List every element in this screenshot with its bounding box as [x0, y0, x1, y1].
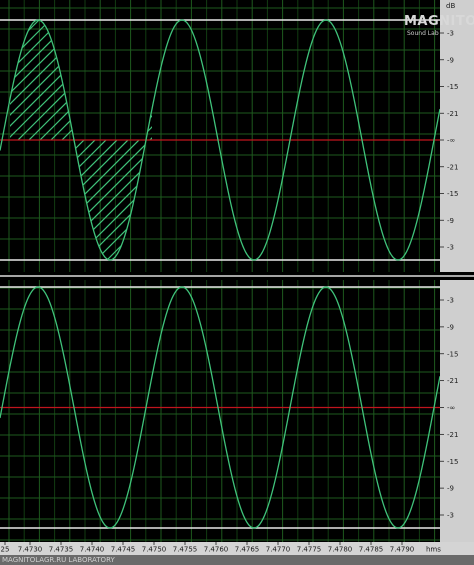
time-tick-label: 7.4755 — [173, 546, 198, 554]
time-tick-label: 7.4730 — [18, 546, 43, 554]
db-tick-label: -3 — [447, 512, 454, 520]
time-tick-label: 7.4740 — [80, 546, 105, 554]
db-tick-label: -21 — [447, 377, 458, 385]
time-tick-label: 7.4790 — [390, 546, 415, 554]
brand-subtitle: Sound Lab — [407, 30, 439, 37]
db-tick-label: -9 — [447, 323, 454, 331]
db-tick-label: -15 — [447, 350, 458, 358]
db-tick-label: -21 — [447, 163, 458, 171]
scale-background — [440, 280, 474, 542]
time-tick-label: 7.4735 — [49, 546, 74, 554]
db-tick-label: -21 — [447, 431, 458, 439]
db-tick-label: -9 — [447, 485, 454, 493]
status-bar: MAGNITOLAGR.RU LABORATORY — [0, 555, 474, 565]
brand-name: MAGNITOLA — [404, 14, 474, 29]
time-tick-label: 7.4765 — [235, 546, 260, 554]
time-tick-label: 25 — [1, 546, 10, 554]
time-tick-label: 7.4785 — [359, 546, 384, 554]
db-tick-label: -15 — [447, 458, 458, 466]
time-ruler[interactable]: 25 7.4730 7.4735 7.4740 7.4745 7.4750 7.4755 7.… — [0, 542, 474, 555]
time-tick-label: 7.4750 — [142, 546, 167, 554]
db-unit-label: dB — [446, 2, 455, 10]
db-tick-label: -∞ — [447, 404, 455, 412]
waveform-editor[interactable]: dB -3 -9 -15 -21 -∞ -21 -15 -9 -3 -3 -9 -15 -21 -∞ -21… — [0, 0, 474, 565]
time-tick-label: 7.4770 — [266, 546, 291, 554]
time-tick-label: 7.4760 — [204, 546, 229, 554]
db-tick-label: -15 — [447, 83, 458, 91]
db-tick-label: -3 — [447, 244, 454, 252]
db-scale-top: dB-3-9-15-21-∞-21-15-9-3 — [440, 0, 474, 272]
db-tick-label: -3 — [447, 297, 454, 305]
db-tick-label: -∞ — [447, 137, 455, 145]
scale-background — [440, 0, 474, 272]
time-tick-label: 7.4745 — [111, 546, 136, 554]
time-tick-label: 7.4780 — [328, 546, 353, 554]
db-tick-label: -9 — [447, 56, 454, 64]
brand-logo: MAGNITOLA Sound Lab — [404, 14, 474, 38]
time-unit-label: hms — [426, 546, 441, 554]
db-tick-label: -9 — [447, 217, 454, 225]
db-scale-bottom: -3 -9 -15 -21 -∞ -21 -15 -9 -3 — [440, 280, 474, 542]
db-tick-label: -15 — [447, 190, 458, 198]
time-tick-label: 7.4775 — [297, 546, 322, 554]
db-tick-label: -21 — [447, 110, 458, 118]
